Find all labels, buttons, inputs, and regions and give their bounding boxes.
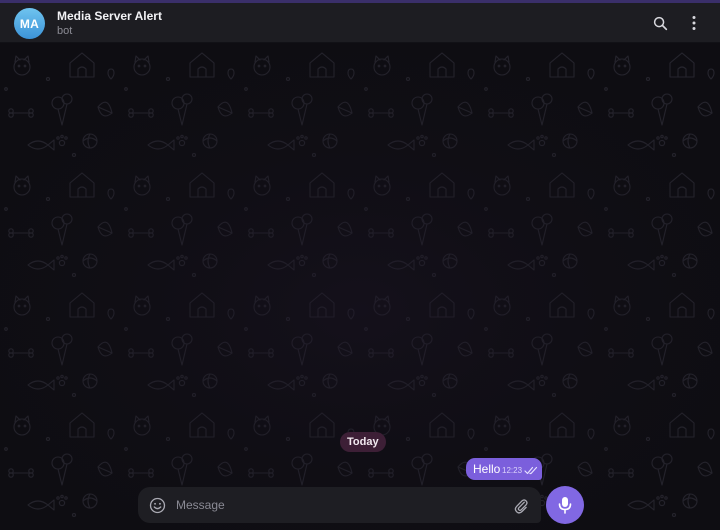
message-composer-box [138, 487, 541, 523]
outgoing-message-bubble[interactable]: Hello 12:23 [466, 458, 542, 480]
microphone-icon [558, 496, 572, 514]
message-text: Hello [473, 462, 500, 476]
date-separator: Today [340, 432, 386, 452]
paperclip-icon [513, 497, 529, 514]
avatar[interactable]: MA [14, 8, 45, 39]
chat-header: MA Media Server Alert bot [0, 3, 720, 43]
search-button[interactable] [650, 13, 670, 33]
chat-area[interactable]: Today Hello 12:23 [0, 43, 720, 530]
chat-subtitle: bot [57, 25, 72, 37]
double-check-icon [524, 466, 538, 475]
message-time: 12:23 [502, 466, 522, 475]
more-button[interactable] [684, 13, 704, 33]
more-vertical-icon [691, 15, 697, 31]
chat-title[interactable]: Media Server Alert [57, 9, 162, 23]
emoji-icon [149, 497, 166, 514]
attach-button[interactable] [511, 495, 531, 515]
telegram-chat-window: MA Media Server Alert bot [0, 0, 720, 530]
message-input[interactable] [176, 496, 496, 514]
voice-record-button[interactable] [546, 486, 584, 524]
emoji-button[interactable] [147, 495, 167, 515]
search-icon [653, 16, 668, 31]
chat-background-pattern [0, 43, 720, 530]
